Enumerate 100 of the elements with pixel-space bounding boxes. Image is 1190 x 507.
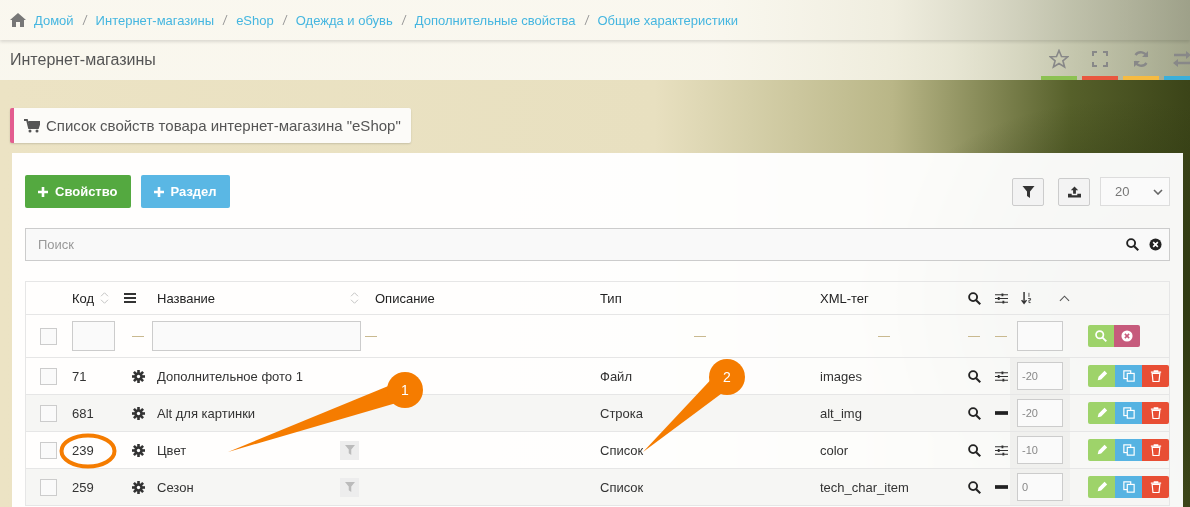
edit-button[interactable]	[1088, 402, 1115, 424]
breadcrumb-link[interactable]: Домой	[34, 12, 74, 28]
table-cell: Цвет	[157, 442, 187, 458]
sorting-field[interactable]: 0	[1017, 473, 1063, 501]
search-icon[interactable]	[968, 480, 981, 494]
edit-button[interactable]	[1088, 476, 1115, 498]
gear-icon[interactable]	[132, 480, 145, 494]
minus-icon[interactable]	[995, 411, 1008, 415]
table-cell: alt_img	[820, 405, 862, 421]
sorting-field[interactable]: -20	[1017, 362, 1063, 390]
panel-title: Список свойств товара интернет-магазина "eShop"	[46, 117, 401, 134]
table-cell: Alt для картинки	[157, 405, 256, 421]
copy-button[interactable]	[1115, 439, 1142, 461]
gear-icon[interactable]	[132, 443, 145, 457]
sliders-icon[interactable]	[995, 443, 1008, 457]
gear-icon[interactable]	[132, 369, 145, 383]
table-cell: Сезон	[157, 479, 194, 495]
add-button[interactable]: Раздел	[140, 175, 230, 208]
clear-icon[interactable]	[1149, 238, 1162, 251]
caret-up-icon[interactable]	[1059, 294, 1070, 302]
sorting-field[interactable]: -10	[1017, 436, 1063, 464]
table-cell: Список	[600, 442, 644, 458]
empty-dash	[132, 335, 144, 337]
exchange-icon	[1172, 49, 1190, 69]
column-header: XML-тег	[820, 290, 869, 306]
empty-dash	[968, 335, 980, 337]
table-cell: Список	[600, 479, 644, 495]
menu-icon[interactable]	[124, 293, 136, 303]
column-header: Тип	[600, 290, 622, 306]
sort-numeric-icon[interactable]	[1020, 291, 1033, 305]
trash-icon	[1149, 481, 1162, 493]
delete-button[interactable]	[1142, 476, 1169, 498]
filter-input[interactable]	[1017, 321, 1063, 351]
table-cell: 71	[72, 368, 87, 384]
checkbox[interactable]	[40, 367, 57, 385]
search-icon[interactable]	[968, 443, 981, 457]
sort-icon[interactable]	[350, 291, 359, 305]
search-icon	[968, 291, 981, 305]
column-header[interactable]: Название	[157, 290, 216, 306]
column-header[interactable]: Код	[72, 290, 95, 306]
filter-icon	[1021, 185, 1035, 198]
breadcrumb-link[interactable]: Дополнительные свойства	[414, 12, 576, 28]
checkbox[interactable]	[40, 441, 57, 459]
table-cell: tech_char_item	[820, 479, 909, 495]
delete-button[interactable]	[1142, 439, 1169, 461]
gear-icon[interactable]	[132, 406, 145, 420]
filter-input[interactable]	[72, 321, 115, 351]
breadcrumb-link[interactable]: Одежда и обувь	[295, 12, 393, 28]
slash-separator-icon	[81, 14, 88, 26]
upload-icon	[1067, 185, 1081, 198]
delete-button[interactable]	[1142, 402, 1169, 424]
trash-icon	[1149, 370, 1162, 382]
table-cell: Файл	[600, 368, 632, 384]
checkbox[interactable]	[40, 404, 57, 422]
plus-icon	[153, 186, 164, 197]
breadcrumb-link[interactable]: Интернет-магазины	[95, 12, 215, 28]
trash-icon	[1149, 444, 1162, 456]
checkbox[interactable]	[40, 327, 57, 345]
slash-separator-icon	[281, 14, 288, 26]
sorting-field[interactable]: -20	[1017, 399, 1063, 427]
filter-input[interactable]	[152, 321, 361, 351]
search-icon[interactable]	[968, 369, 981, 383]
page-title: Интернет-магазины	[10, 51, 157, 69]
pencil-icon	[1095, 370, 1108, 382]
home-icon[interactable]	[10, 13, 26, 27]
add-button[interactable]: Свойство	[25, 175, 131, 208]
sort-icon[interactable]	[100, 291, 110, 305]
minus-icon[interactable]	[995, 485, 1008, 489]
table-cell: images	[820, 368, 862, 384]
star-icon	[1049, 49, 1069, 69]
pencil-icon	[1095, 407, 1108, 419]
copy-button[interactable]	[1115, 365, 1142, 387]
export-button[interactable]	[1058, 177, 1090, 206]
filter-badge[interactable]	[340, 440, 359, 460]
refresh-icon	[1131, 49, 1151, 69]
pencil-icon	[1095, 481, 1108, 493]
copy-button[interactable]	[1115, 402, 1142, 424]
search-icon[interactable]	[1126, 238, 1139, 251]
search-icon[interactable]	[968, 406, 981, 420]
apply-filter-button[interactable]	[1088, 325, 1114, 347]
slash-separator-icon	[583, 14, 590, 26]
table-cell: 259	[72, 479, 94, 495]
breadcrumb-link[interactable]: eShop	[236, 12, 274, 28]
search-field[interactable]: Поиск	[25, 228, 1170, 261]
reset-filter-button[interactable]	[1114, 325, 1140, 347]
edit-button[interactable]	[1088, 365, 1115, 387]
empty-dash	[995, 335, 1007, 337]
copy-button[interactable]	[1115, 476, 1142, 498]
copy-icon	[1122, 407, 1135, 419]
edit-button[interactable]	[1088, 439, 1115, 461]
filter-badge[interactable]	[340, 477, 359, 497]
sliders-icon[interactable]	[995, 369, 1008, 383]
breadcrumb-link[interactable]: Общие характеристики	[597, 12, 738, 28]
table-cell: Строка	[600, 405, 643, 421]
empty-dash	[365, 335, 377, 337]
page-size-select[interactable]: 20	[1100, 177, 1170, 206]
fullscreen-icon	[1090, 49, 1110, 69]
delete-button[interactable]	[1142, 365, 1169, 387]
checkbox[interactable]	[40, 478, 57, 496]
filter-button[interactable]	[1012, 177, 1044, 206]
